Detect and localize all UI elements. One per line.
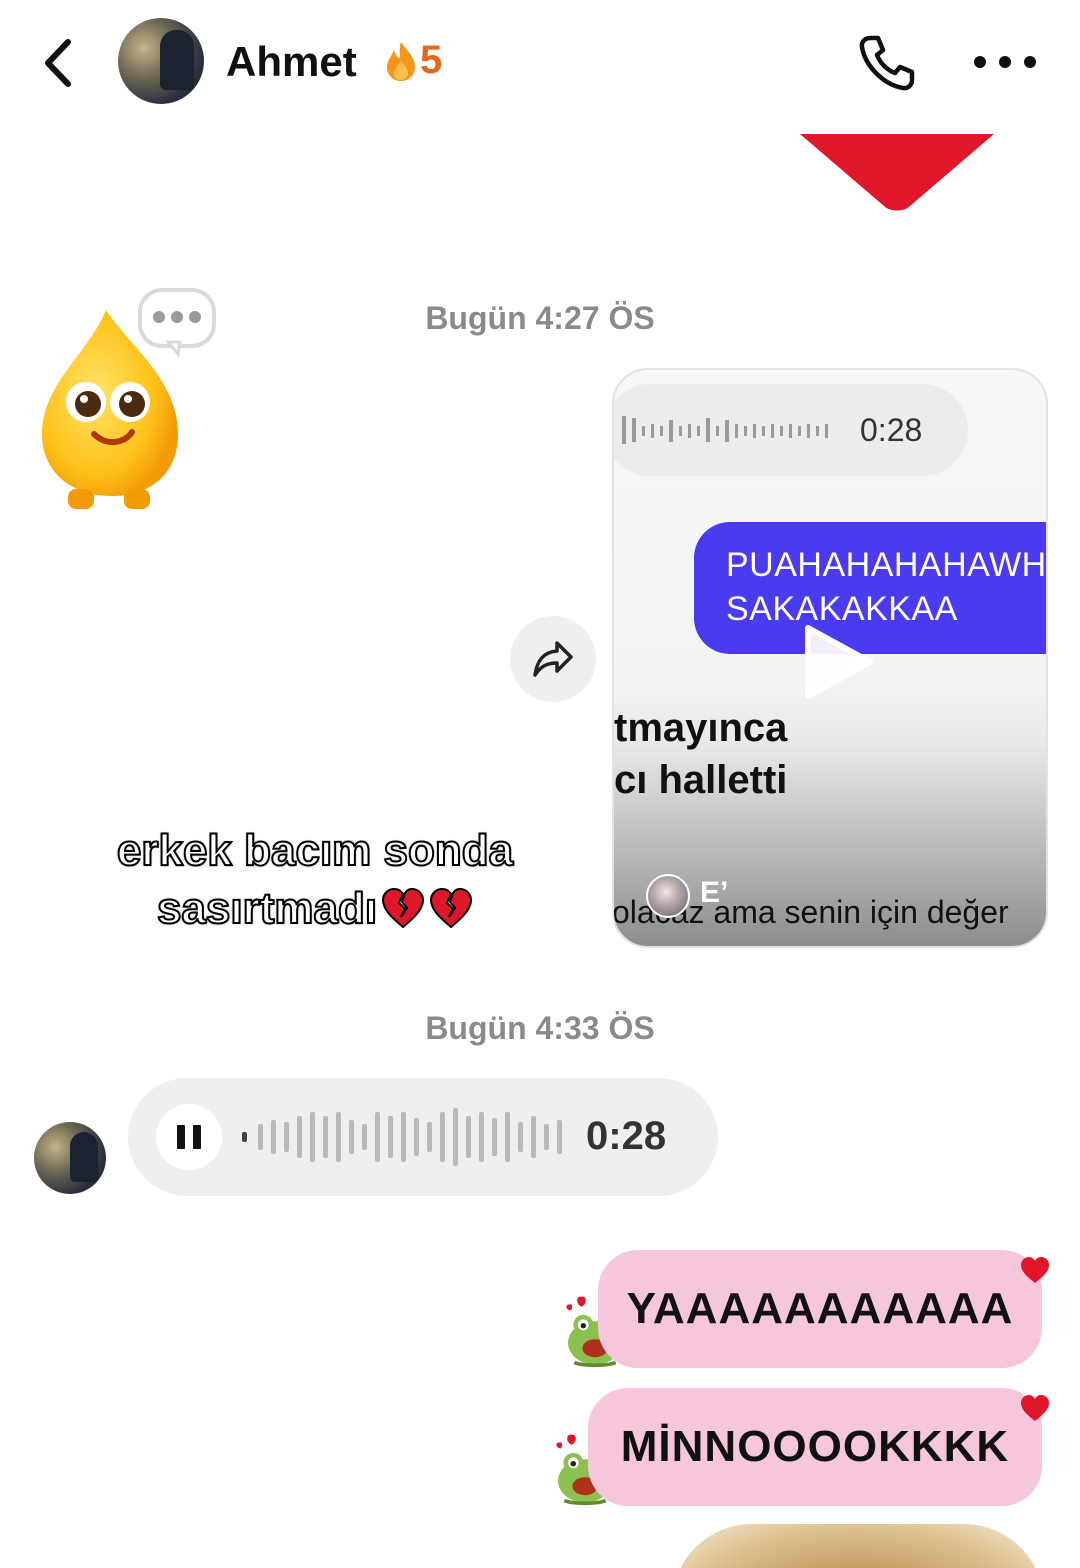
more-options-button[interactable] (974, 40, 1036, 84)
pause-icon (177, 1125, 185, 1149)
typing-mascot (42, 288, 216, 509)
timestamp: Bugün 4:33 ÖS (425, 1010, 655, 1046)
call-button[interactable] (856, 32, 918, 94)
reel-author-avatar[interactable] (646, 874, 690, 918)
overlay-caption-line: sasırtmadı (156, 883, 378, 934)
waveform-icon (622, 416, 828, 444)
back-button[interactable] (38, 36, 82, 90)
forward-button[interactable] (510, 616, 596, 702)
message-text: MİNNOOOOKKKK (620, 1422, 1010, 1471)
streak-count: 5 (420, 38, 443, 82)
phone-icon (859, 35, 915, 91)
reel-bubble-line: PUAHAHAHAHAWH (726, 546, 1047, 584)
reel-author-name[interactable]: E’ (700, 876, 728, 910)
broken-heart-icon (430, 887, 473, 929)
sender-avatar[interactable] (34, 1122, 106, 1194)
streak-badge: 5 (384, 38, 442, 83)
heart-sticker (800, 134, 994, 211)
chevron-left-icon (45, 39, 71, 87)
contact-avatar[interactable] (118, 18, 204, 104)
reel-voice-preview: 0:28 (614, 384, 968, 476)
message-text: YAAAAAAAAAAA (626, 1284, 1014, 1333)
waveform-icon[interactable] (242, 1108, 566, 1166)
shared-reel-card[interactable]: 0:28 PUAHAHAHAHAWH SAKAKAKKAA tmayınca c… (612, 368, 1048, 948)
reel-caption-line: cı halletti (614, 758, 788, 802)
play-icon[interactable] (800, 622, 876, 702)
overlay-caption: erkek bacım sonda sasırtmadı (70, 822, 560, 938)
more-icon (974, 56, 986, 68)
photo-message-preview[interactable] (672, 1524, 1044, 1568)
message-bubble[interactable]: MİNNOOOOKKKK (588, 1388, 1042, 1506)
flame-icon (387, 41, 415, 81)
broken-heart-icon (382, 887, 425, 929)
share-arrow-icon (533, 641, 573, 677)
contact-name[interactable]: Ahmet (226, 38, 357, 86)
message-bubble[interactable]: YAAAAAAAAAAA (598, 1250, 1042, 1368)
voice-duration: 0:28 (586, 1114, 667, 1158)
reel-caption-line: tmayınca (614, 706, 788, 750)
pause-button[interactable] (156, 1104, 222, 1170)
like-heart-icon[interactable] (1020, 1394, 1050, 1422)
like-heart-icon[interactable] (1020, 1256, 1050, 1284)
voice-message[interactable]: 0:28 (128, 1078, 718, 1196)
overlay-caption-line: erkek bacım sonda (116, 825, 514, 876)
reel-voice-duration: 0:28 (860, 412, 923, 448)
chat-header: Ahmet 5 (0, 0, 1080, 130)
